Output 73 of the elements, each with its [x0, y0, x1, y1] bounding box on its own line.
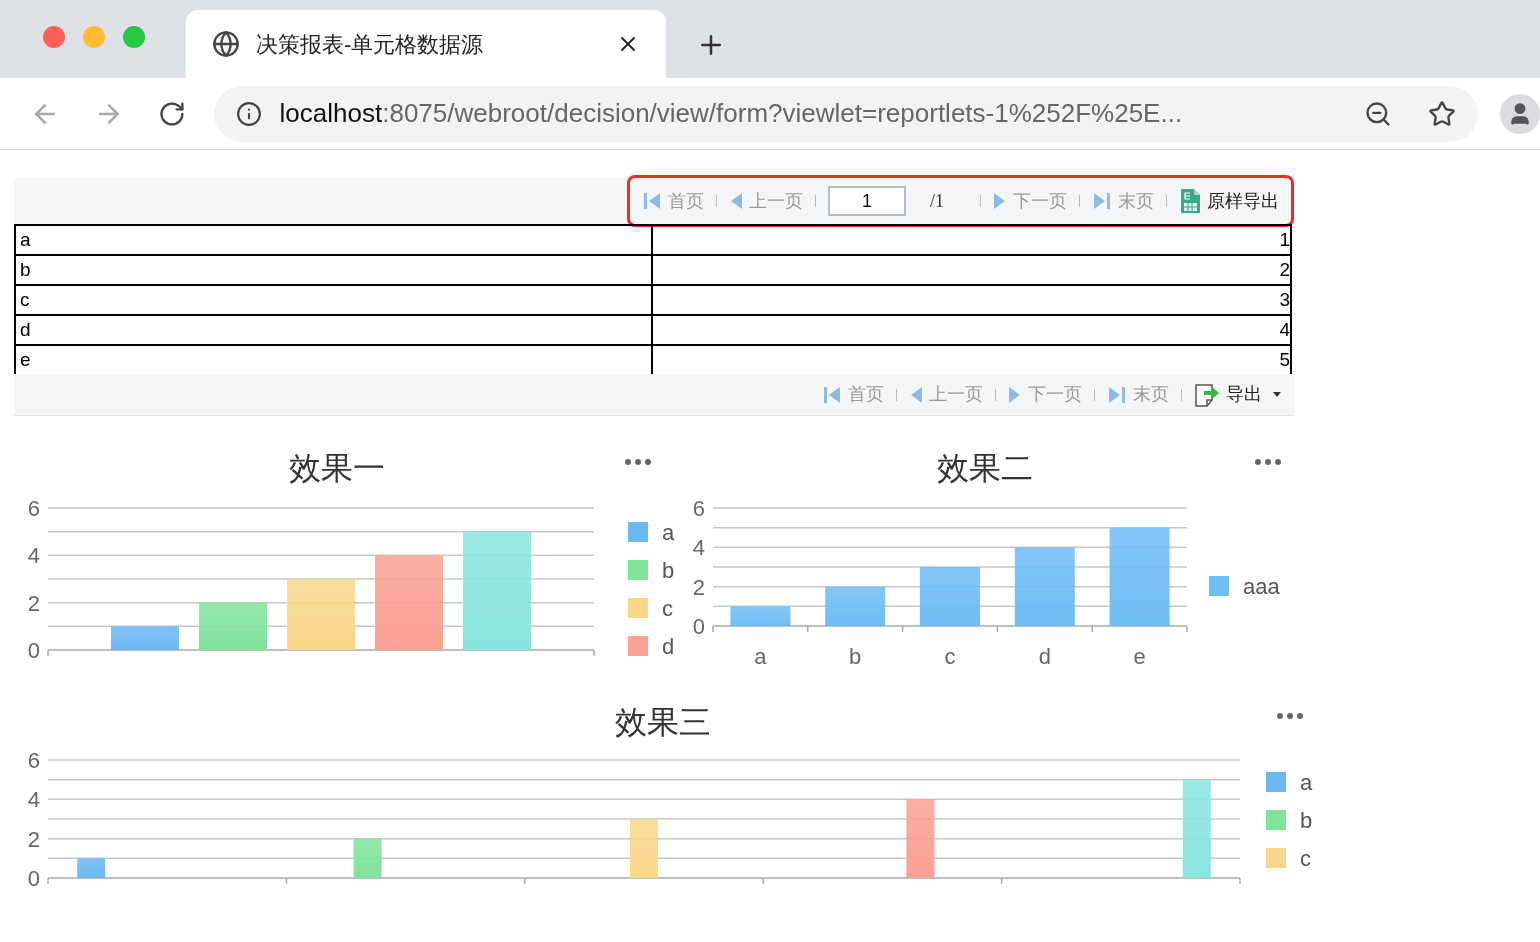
- next-page-icon: [993, 191, 1007, 211]
- x-axis-label: c: [944, 644, 956, 666]
- export-original-button[interactable]: 原样导出: [1179, 187, 1279, 215]
- last-page-icon: [1107, 384, 1127, 405]
- table-cell: d: [16, 316, 653, 344]
- caret-icon: [1272, 391, 1282, 398]
- browser-tab[interactable]: 决策报表-单元格数据源: [186, 10, 666, 78]
- profile-avatar[interactable]: [1500, 93, 1540, 134]
- page-number-field[interactable]: 1: [828, 186, 906, 216]
- page-total: /1: [930, 189, 944, 213]
- legend-label: a: [1300, 768, 1313, 797]
- y-axis-label: 4: [27, 787, 40, 813]
- y-axis-label: 0: [27, 638, 40, 663]
- zoom-out-icon[interactable]: [1364, 99, 1392, 128]
- y-axis-label: 2: [27, 826, 40, 852]
- y-axis-label: 2: [692, 574, 705, 600]
- legend-label: a: [662, 518, 675, 547]
- previous-page-icon: [909, 384, 923, 405]
- table-cell: c: [16, 286, 653, 314]
- bar: [287, 579, 355, 650]
- chart-title: 效果三: [615, 703, 711, 742]
- first-page-icon: [822, 384, 842, 405]
- info-icon: [235, 100, 262, 127]
- last-page-icon: [1092, 191, 1112, 211]
- x-axis-label: a: [754, 644, 767, 666]
- tab-title: 决策报表-单元格数据源: [256, 30, 485, 59]
- legend-label: b: [662, 556, 675, 585]
- y-axis-label: 6: [27, 750, 40, 773]
- legend-label: d: [662, 632, 675, 661]
- table-cell: 3: [653, 286, 1292, 314]
- more-options-icon[interactable]: [624, 458, 652, 466]
- more-options-icon[interactable]: [1254, 458, 1282, 466]
- bar: [77, 858, 106, 878]
- x-axis-label: e: [1133, 644, 1146, 666]
- y-axis-label: 4: [692, 535, 705, 561]
- legend-label: c: [662, 594, 673, 623]
- export-document-icon: [1194, 381, 1220, 408]
- address-bar[interactable]: localhost:8075/webroot/decision/view/form?viewlet=reportlets-1%252F%25E...: [213, 85, 1478, 142]
- table-cell: a: [16, 226, 653, 254]
- y-axis-label: 0: [27, 866, 40, 891]
- bar: [630, 819, 658, 878]
- globe-icon: [212, 30, 240, 58]
- y-axis-label: 4: [27, 543, 40, 569]
- first-page-icon: [642, 191, 662, 211]
- bar: [353, 838, 382, 878]
- legend-label: c: [1300, 844, 1311, 873]
- previous-page-icon: [729, 191, 743, 211]
- table-cell: b: [16, 256, 653, 284]
- more-options-icon[interactable]: [1276, 712, 1304, 720]
- bar: [920, 567, 980, 626]
- chart-title: 效果一: [289, 449, 385, 488]
- table-cell: 1: [653, 226, 1292, 254]
- legend-label: b: [1300, 806, 1313, 835]
- bookmark-star-icon[interactable]: [1428, 99, 1456, 128]
- bar: [825, 586, 886, 626]
- table-cell: 2: [653, 256, 1292, 284]
- url-text: localhost:8075/webroot/decision/view/form?viewlet=reportlets-1%252F%25E...: [279, 97, 1184, 130]
- next-page-icon: [1008, 384, 1022, 405]
- table-cell: 4: [653, 316, 1292, 344]
- bar: [111, 626, 179, 650]
- legend-label: aaa: [1243, 572, 1280, 601]
- chart-title: 效果二: [937, 449, 1033, 488]
- y-axis-label: 0: [692, 614, 705, 639]
- x-axis-label: b: [849, 644, 862, 666]
- y-axis-label: 6: [692, 496, 705, 521]
- reload-icon[interactable]: [157, 99, 186, 128]
- y-axis-label: 2: [27, 590, 40, 616]
- bar: [730, 606, 791, 626]
- y-axis-label: 6: [27, 496, 40, 521]
- export-menu-button[interactable]: 导出: [1194, 381, 1282, 408]
- x-axis-label: d: [1038, 644, 1051, 666]
- bar: [199, 602, 267, 650]
- spreadsheet-icon: [1179, 188, 1201, 214]
